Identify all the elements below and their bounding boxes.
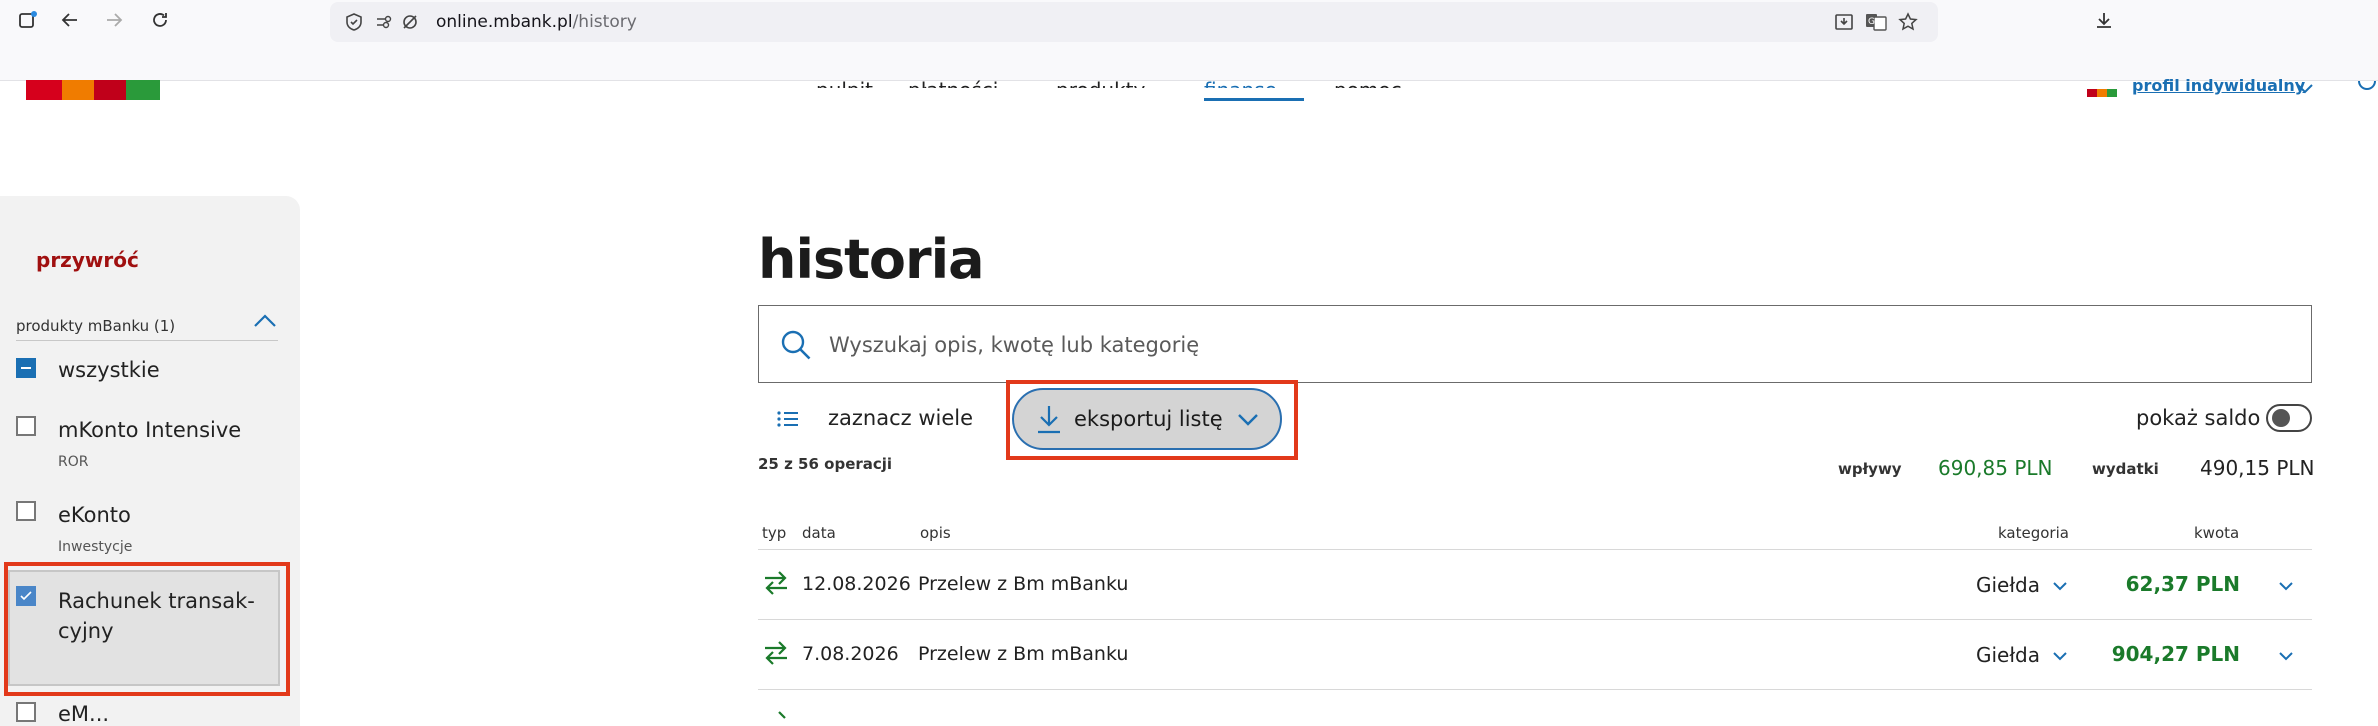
select-many-icon[interactable] — [776, 404, 800, 434]
shield-icon[interactable] — [340, 8, 368, 36]
forward-icon[interactable] — [100, 6, 128, 34]
show-balance-toggle[interactable] — [2266, 404, 2312, 432]
search-input[interactable] — [827, 324, 2231, 366]
account-all-label: wszystkie — [58, 358, 160, 382]
restore-filters-link[interactable]: przywróć — [36, 248, 139, 272]
account-mkonto-type: ROR — [58, 454, 89, 470]
income-label: wpływy — [1838, 460, 1902, 478]
col-type: typ — [762, 524, 787, 542]
highlight-selected-account — [4, 562, 290, 696]
downloads-icon[interactable] — [2090, 6, 2118, 34]
active-nav-indicator — [1204, 98, 1304, 101]
row-description: Przelew z Bm mBanku — [918, 573, 1129, 595]
browser-toolbar: online.mbank.pl/history G — [0, 0, 2378, 81]
search-icon — [779, 328, 813, 366]
nav-finanse[interactable]: finanse — [1204, 78, 1277, 88]
row-amount: 904,27 PLN — [2111, 642, 2240, 666]
svg-text:G: G — [1868, 17, 1875, 27]
page-title: historia — [758, 228, 985, 291]
income-value: 690,85 PLN — [1938, 456, 2053, 480]
col-category: kategoria — [1998, 524, 2069, 542]
col-description: opis — [920, 524, 951, 542]
profile-flag-icon — [2087, 82, 2117, 97]
transfer-icon — [762, 640, 790, 670]
account-ekonto-type: Inwestycje — [58, 539, 133, 555]
checkbox-mkonto-intensive[interactable] — [16, 416, 36, 436]
collapse-section-icon[interactable] — [252, 312, 278, 330]
products-section-label: produkty mBanku (1) — [16, 317, 176, 335]
row-date: 7.08.2026 — [802, 643, 899, 665]
row-divider — [758, 689, 2312, 690]
transfer-icon — [762, 570, 790, 600]
nav-pulpit[interactable]: pulpit — [816, 78, 873, 88]
search-box[interactable] — [758, 305, 2312, 383]
account-ekonto-label: eKonto — [58, 503, 131, 527]
row-divider — [758, 619, 2312, 620]
profile-chevron-icon[interactable] — [2296, 80, 2314, 99]
checkbox-next-account[interactable] — [16, 702, 36, 722]
settings-icon[interactable] — [2356, 72, 2378, 99]
row-date: 12.08.2026 — [802, 573, 911, 595]
row-category[interactable]: Giełda — [1976, 573, 2040, 597]
row-expand-chevron-icon[interactable] — [2278, 648, 2294, 667]
col-amount: kwota — [2194, 524, 2240, 542]
row-description: Przelew z Bm mBanku — [918, 643, 1129, 665]
tab-overview-icon[interactable] — [14, 6, 42, 34]
bookmark-star-icon[interactable] — [1894, 8, 1922, 36]
translate-icon[interactable]: G — [1862, 8, 1890, 36]
expense-label: wydatki — [2092, 460, 2159, 478]
operations-count: 25 z 56 operacji — [758, 455, 893, 473]
address-bar[interactable]: online.mbank.pl/history G — [330, 2, 1938, 42]
back-icon[interactable] — [56, 6, 84, 34]
col-date: data — [802, 524, 836, 542]
section-divider — [16, 340, 278, 341]
mbank-logo[interactable] — [26, 80, 160, 100]
nav-pomoc[interactable]: pomoc — [1334, 78, 1402, 88]
nav-platnosci[interactable]: płatności — [908, 78, 998, 88]
row-amount: 62,37 PLN — [2125, 572, 2240, 596]
header-divider — [758, 549, 2312, 550]
row-expand-chevron-icon[interactable] — [2278, 578, 2294, 597]
transfer-icon — [762, 704, 790, 723]
url-text: online.mbank.pl/history — [436, 12, 637, 32]
permissions-icon[interactable] — [370, 8, 398, 36]
checkbox-all[interactable] — [16, 358, 36, 378]
highlight-export-button — [1006, 380, 1298, 460]
account-next-label: eM... — [58, 702, 110, 726]
reload-icon[interactable] — [146, 6, 174, 34]
expense-value: 490,15 PLN — [2200, 456, 2315, 480]
account-mkonto-label: mKonto Intensive — [58, 418, 242, 442]
profile-link[interactable]: profil indywidualny — [2132, 76, 2305, 95]
checkbox-ekonto[interactable] — [16, 501, 36, 521]
tracking-blocked-icon[interactable] — [396, 8, 424, 36]
reader-view-icon[interactable] — [1830, 8, 1858, 36]
row-category[interactable]: Giełda — [1976, 643, 2040, 667]
select-many-button[interactable]: zaznacz wiele — [828, 406, 973, 430]
nav-produkty[interactable]: produkty — [1056, 78, 1145, 88]
show-balance-label: pokaż saldo — [2136, 406, 2261, 430]
